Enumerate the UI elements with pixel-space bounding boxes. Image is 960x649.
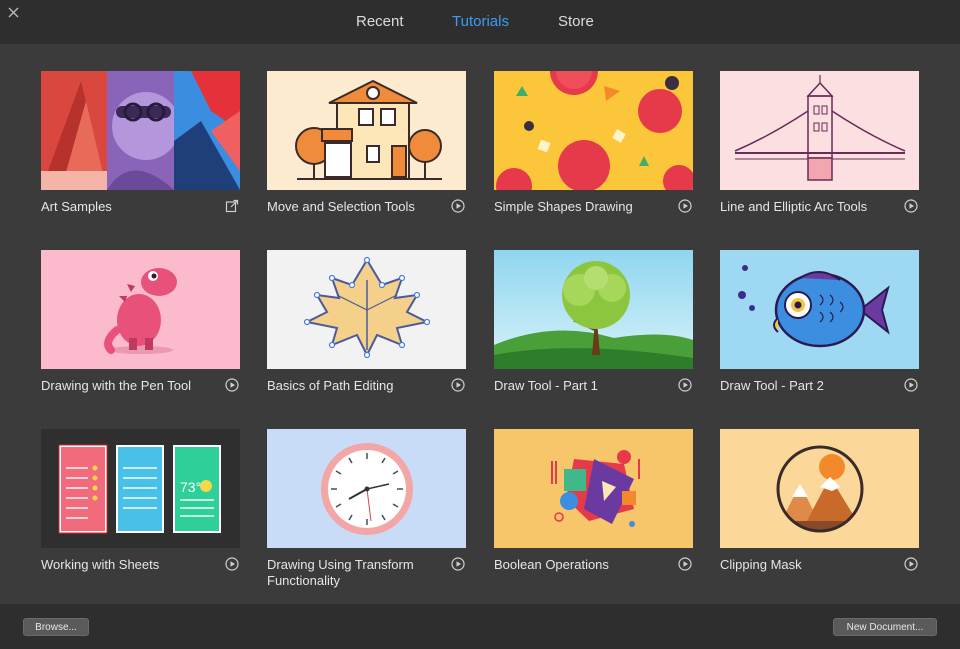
draw-tool-1-thumbnail[interactable] (494, 250, 693, 369)
tutorial-card-draw-tool-2[interactable]: Draw Tool - Part 2 (720, 250, 920, 394)
tutorial-card-path-editing[interactable]: Basics of Path Editing (267, 250, 467, 394)
play-icon[interactable] (904, 557, 918, 571)
external-link-icon[interactable] (225, 199, 239, 213)
top-bar: Recent Tutorials Store (0, 0, 960, 44)
card-title: Working with Sheets (41, 557, 160, 572)
art-samples-thumbnail[interactable] (41, 71, 240, 190)
play-icon[interactable] (451, 199, 465, 213)
card-title: Boolean Operations (494, 557, 609, 572)
play-icon[interactable] (225, 378, 239, 392)
card-title: Clipping Mask (720, 557, 802, 572)
play-icon[interactable] (451, 378, 465, 392)
tutorial-card-simple-shapes[interactable]: Simple Shapes Drawing (494, 71, 694, 215)
play-icon[interactable] (904, 199, 918, 213)
card-title: Line and Elliptic Arc Tools (720, 199, 868, 214)
tab-recent[interactable]: Recent (356, 13, 404, 30)
boolean-thumbnail[interactable] (494, 429, 693, 548)
simple-shapes-thumbnail[interactable] (494, 71, 693, 190)
tutorial-card-sheets[interactable]: 73° Working with Sheets (41, 429, 241, 573)
tab-store[interactable]: Store (558, 13, 594, 30)
line-arc-thumbnail[interactable] (720, 71, 919, 190)
svg-text:73°: 73° (180, 479, 201, 495)
card-title: Basics of Path Editing (267, 378, 394, 393)
new-document-button[interactable]: New Document... (833, 618, 937, 636)
tutorial-card-art-samples[interactable]: Art Samples (41, 71, 241, 215)
tutorial-card-boolean[interactable]: Boolean Operations (494, 429, 694, 573)
tutorial-card-move-selection[interactable]: Move and Selection Tools (267, 71, 467, 215)
card-title: Draw Tool - Part 2 (720, 378, 824, 393)
play-icon[interactable] (904, 378, 918, 392)
play-icon[interactable] (678, 378, 692, 392)
play-icon[interactable] (678, 199, 692, 213)
tab-tutorials[interactable]: Tutorials (452, 13, 509, 30)
card-title: Drawing with the Pen Tool (41, 378, 192, 393)
pen-tool-thumbnail[interactable] (41, 250, 240, 369)
transform-thumbnail[interactable] (267, 429, 466, 548)
move-selection-thumbnail[interactable] (267, 71, 466, 190)
tutorial-card-draw-tool-1[interactable]: Draw Tool - Part 1 (494, 250, 694, 394)
sheets-thumbnail[interactable]: 73° (41, 429, 240, 548)
footer-bar: Browse... New Document... (0, 604, 960, 649)
path-editing-thumbnail[interactable] (267, 250, 466, 369)
browse-button[interactable]: Browse... (23, 618, 89, 636)
clipping-mask-thumbnail[interactable] (720, 429, 919, 548)
card-title: Move and Selection Tools (267, 199, 415, 214)
play-icon[interactable] (678, 557, 692, 571)
card-title: Draw Tool - Part 1 (494, 378, 598, 393)
play-icon[interactable] (451, 557, 465, 571)
tutorial-card-line-arc[interactable]: Line and Elliptic Arc Tools (720, 71, 920, 215)
card-title: Art Samples (41, 199, 112, 214)
card-title: Drawing Using Transform Functionality (267, 557, 414, 588)
tutorial-card-pen-tool[interactable]: Drawing with the Pen Tool (41, 250, 241, 394)
tutorials-grid: Art Samples Move and Selection Tools Sim… (0, 44, 960, 604)
play-icon[interactable] (225, 557, 239, 571)
tutorial-card-clipping-mask[interactable]: Clipping Mask (720, 429, 920, 573)
card-title: Simple Shapes Drawing (494, 199, 633, 214)
tutorial-card-transform[interactable]: Drawing Using Transform Functionality (267, 429, 467, 589)
draw-tool-2-thumbnail[interactable] (720, 250, 919, 369)
tab-bar: Recent Tutorials Store (0, 13, 960, 33)
